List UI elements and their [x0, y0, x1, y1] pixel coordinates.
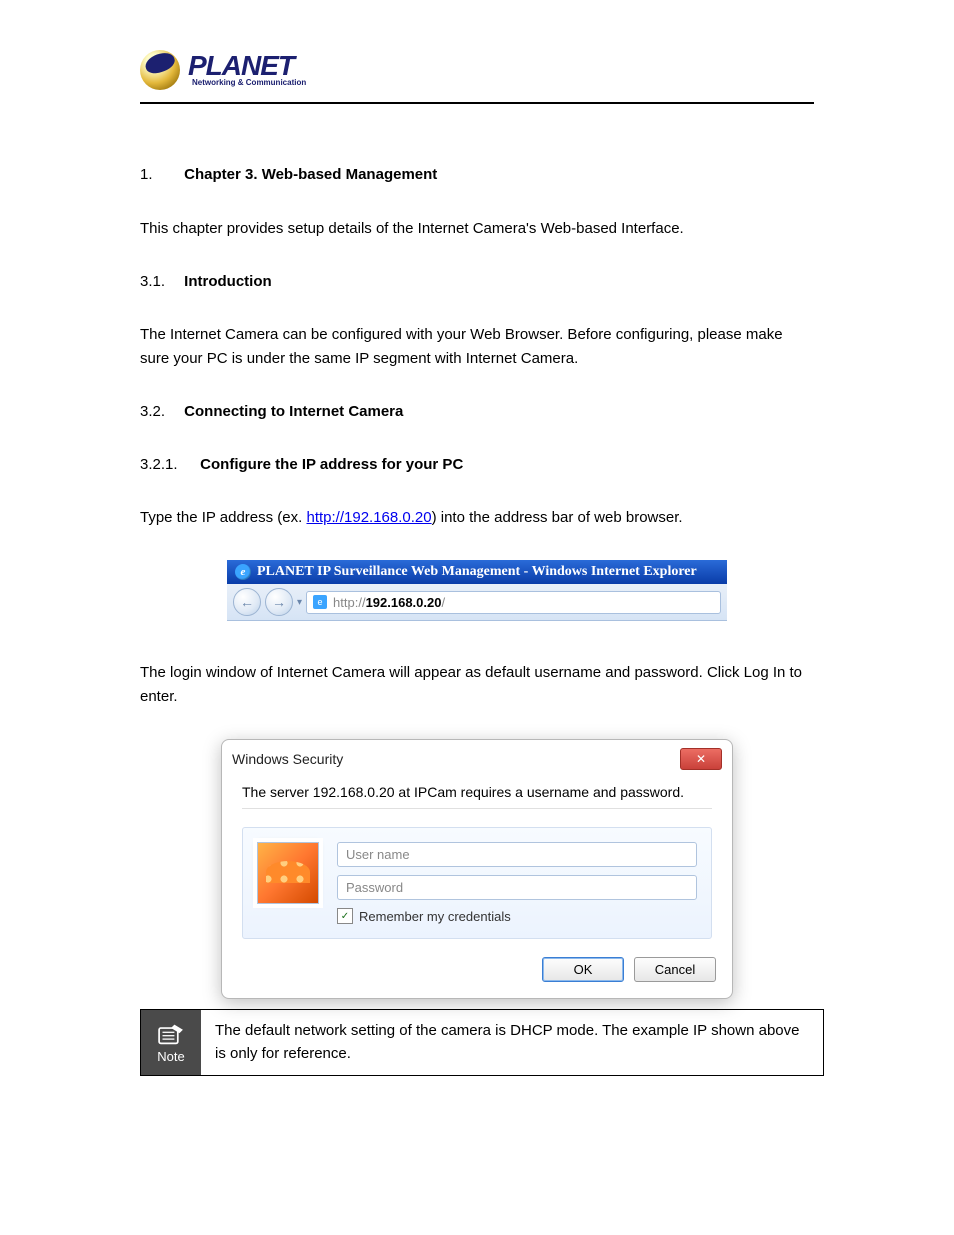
remember-checkbox[interactable]: ✓ Remember my credentials: [337, 908, 697, 924]
chapter-heading: 1. Chapter 3. Web-based Management: [140, 164, 814, 187]
browser-navbar: ← → ▾ e http://192.168.0.20/: [227, 584, 727, 621]
addr-suffix: ) into the address bar of web browser.: [432, 509, 683, 526]
browser-title-text: PLANET IP Surveillance Web Management - …: [257, 564, 697, 580]
username-input[interactable]: User name: [337, 842, 697, 867]
ok-button[interactable]: OK: [542, 957, 624, 982]
url-host: 192.168.0.20: [366, 595, 442, 610]
addr-prefix: Type the IP address (ex.: [140, 509, 306, 526]
note-icon-cell: Note: [141, 1010, 201, 1075]
globe-icon: [140, 50, 180, 90]
note-box: Note The default network setting of the …: [140, 1009, 824, 1076]
subsection-321-number: 3.2.1.: [140, 454, 196, 477]
back-button[interactable]: ←: [233, 588, 261, 616]
login-instruction: The login window of Internet Camera will…: [140, 661, 814, 709]
url-scheme: http://: [333, 595, 366, 610]
browser-screenshot: e PLANET IP Surveillance Web Management …: [227, 560, 727, 621]
document-page: PLANET Networking & Communication 1. Cha…: [0, 0, 954, 1235]
section-32-title: Connecting to Internet Camera: [184, 403, 403, 420]
section-32-heading: 3.2. Connecting to Internet Camera: [140, 401, 814, 424]
forward-button[interactable]: →: [265, 588, 293, 616]
ie-icon: e: [235, 564, 251, 580]
subsection-321-title: Configure the IP address for your PC: [200, 456, 463, 473]
favicon-icon: e: [313, 595, 327, 609]
dropdown-icon[interactable]: ▾: [297, 597, 302, 608]
subsection-321-heading: 3.2.1. Configure the IP address for your…: [140, 454, 814, 477]
brand-tagline: Networking & Communication: [192, 78, 306, 87]
user-tile-icon: [257, 842, 319, 904]
note-label: Note: [157, 1049, 184, 1064]
section-31-number: 3.1.: [140, 271, 180, 294]
section-32-number: 3.2.: [140, 401, 180, 424]
credentials-box: User name Password ✓ Remember my credent…: [242, 827, 712, 939]
address-bar[interactable]: e http://192.168.0.20/: [306, 591, 721, 614]
address-instruction: Type the IP address (ex. http://192.168.…: [140, 506, 814, 530]
dialog-titlebar: Windows Security ✕: [222, 740, 732, 778]
dialog-message: The server 192.168.0.20 at IPCam require…: [242, 784, 712, 800]
remember-label: Remember my credentials: [359, 909, 511, 924]
section-31-title: Introduction: [184, 273, 271, 290]
example-url-link[interactable]: http://192.168.0.20: [306, 509, 431, 526]
chapter-title: Chapter 3. Web-based Management: [184, 166, 437, 183]
chapter-intro: This chapter provides setup details of t…: [140, 217, 814, 241]
chapter-number: 1.: [140, 164, 180, 187]
close-icon: ✕: [696, 752, 706, 766]
note-icon: [154, 1021, 188, 1047]
url-path: /: [441, 595, 445, 610]
brand-name: PLANET: [188, 53, 306, 78]
browser-titlebar: e PLANET IP Surveillance Web Management …: [227, 560, 727, 584]
checkbox-icon: ✓: [337, 908, 353, 924]
section-31-heading: 3.1. Introduction: [140, 271, 814, 294]
section-31-text: The Internet Camera can be configured wi…: [140, 323, 814, 371]
dialog-divider: [242, 808, 712, 809]
close-button[interactable]: ✕: [680, 748, 722, 770]
header-divider: [140, 102, 814, 104]
brand-logo: PLANET Networking & Communication: [140, 50, 814, 90]
windows-security-dialog: Windows Security ✕ The server 192.168.0.…: [221, 739, 733, 999]
dialog-title-text: Windows Security: [232, 751, 343, 767]
cancel-button[interactable]: Cancel: [634, 957, 716, 982]
note-text: The default network setting of the camer…: [201, 1010, 823, 1075]
password-input[interactable]: Password: [337, 875, 697, 900]
